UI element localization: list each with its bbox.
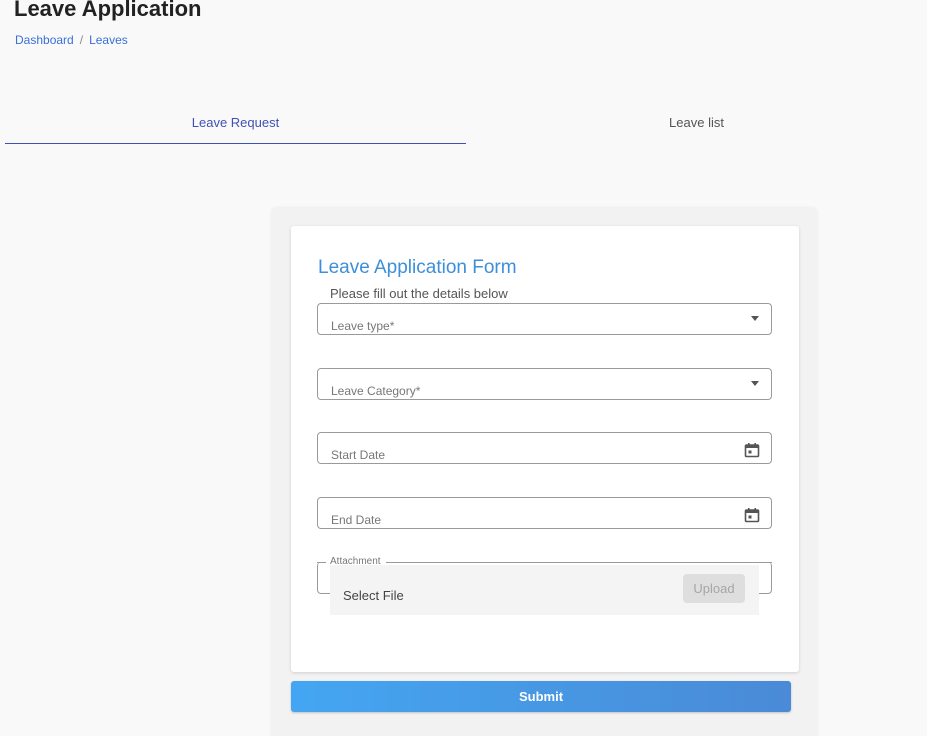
upload-button[interactable]: Upload xyxy=(683,574,745,603)
breadcrumb-leaves-link[interactable]: Leaves xyxy=(89,33,128,47)
end-date-label: End Date xyxy=(331,513,382,527)
breadcrumb: Dashboard / Leaves xyxy=(15,33,128,47)
calendar-icon[interactable] xyxy=(744,442,760,458)
tab-bar: Leave Request Leave list xyxy=(5,104,927,144)
select-file-button[interactable]: Select File xyxy=(343,588,404,603)
dropdown-caret-icon xyxy=(751,316,759,321)
leave-category-label: Leave Category* xyxy=(331,384,421,398)
page-title: Leave Application xyxy=(14,0,202,21)
calendar-icon[interactable] xyxy=(744,507,760,523)
leave-type-select[interactable]: Leave type* xyxy=(317,303,772,335)
breadcrumb-separator: / xyxy=(79,33,84,47)
end-date-field[interactable]: End Date xyxy=(317,497,772,529)
tab-leave-list[interactable]: Leave list xyxy=(466,104,927,144)
attachment-border xyxy=(386,562,772,563)
leave-type-label: Leave type* xyxy=(331,319,395,333)
attachment-border xyxy=(317,562,326,563)
tab-leave-request[interactable]: Leave Request xyxy=(5,104,466,144)
form-title: Leave Application Form xyxy=(318,257,517,278)
leave-category-select[interactable]: Leave Category* xyxy=(317,368,772,400)
start-date-field[interactable]: Start Date xyxy=(317,432,772,464)
submit-button[interactable]: Submit xyxy=(291,681,791,712)
breadcrumb-dashboard-link[interactable]: Dashboard xyxy=(15,33,74,47)
dropdown-caret-icon xyxy=(751,381,759,386)
form-subtitle: Please fill out the details below xyxy=(330,286,508,301)
start-date-label: Start Date xyxy=(331,448,386,462)
